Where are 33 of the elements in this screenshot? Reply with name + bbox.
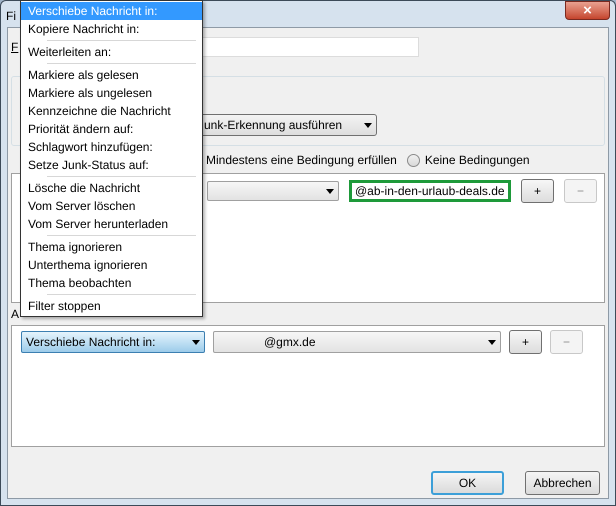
actions-label: A <box>11 306 20 323</box>
menu-item[interactable]: Vom Server herunterladen <box>21 215 202 233</box>
menu-item[interactable]: Thema ignorieren <box>21 238 202 256</box>
filter-name-label: F <box>11 40 18 54</box>
dropdown-caret-icon <box>488 340 496 344</box>
action-dropdown[interactable]: Verschiebe Nachricht in: <box>21 331 205 353</box>
add-button[interactable]: + <box>509 330 542 354</box>
menu-item[interactable]: Filter stoppen <box>21 297 202 315</box>
menu-item[interactable]: Markiere als gelesen <box>21 66 202 84</box>
menu-item[interactable]: Markiere als ungelesen <box>21 84 202 102</box>
menu-item[interactable]: Priorität ändern auf: <box>21 120 202 138</box>
dropdown-caret-icon <box>364 122 372 128</box>
window-title: Fi <box>6 8 16 25</box>
menu-item[interactable]: Thema beobachten <box>21 274 202 292</box>
radio-button[interactable] <box>406 154 420 166</box>
menu-item[interactable]: Kopiere Nachricht in: <box>21 20 202 38</box>
radio-label: Keine Bedingungen <box>424 152 530 169</box>
condition-value-field[interactable]: @ab-in-den-urlaub-deals.de <box>349 180 511 202</box>
menu-item[interactable]: Vom Server löschen <box>21 197 202 215</box>
menu-item[interactable]: Schlagwort hinzufügen: <box>21 138 202 156</box>
radio-label: Mindestens eine Bedingung erfüllen <box>206 152 397 169</box>
add-button[interactable]: + <box>521 179 554 203</box>
menu-item[interactable]: Setze Junk-Status auf: <box>21 156 202 174</box>
menu-item[interactable]: Weiterleiten an: <box>21 43 202 61</box>
target-folder-dropdown[interactable]: @gmx.de <box>213 331 501 353</box>
dialog-button[interactable]: Abbrechen <box>525 471 600 495</box>
condition-dropdown[interactable] <box>207 181 339 201</box>
menu-item[interactable]: Kennzeichne die Nachricht <box>21 102 202 120</box>
dropdown-caret-icon <box>192 340 200 344</box>
dropdown-caret-icon <box>326 188 334 194</box>
menu-item[interactable]: Lösche die Nachricht <box>21 179 202 197</box>
menu-item[interactable]: Unterthema ignorieren <box>21 256 202 274</box>
dialog-button[interactable]: OK <box>431 471 504 495</box>
